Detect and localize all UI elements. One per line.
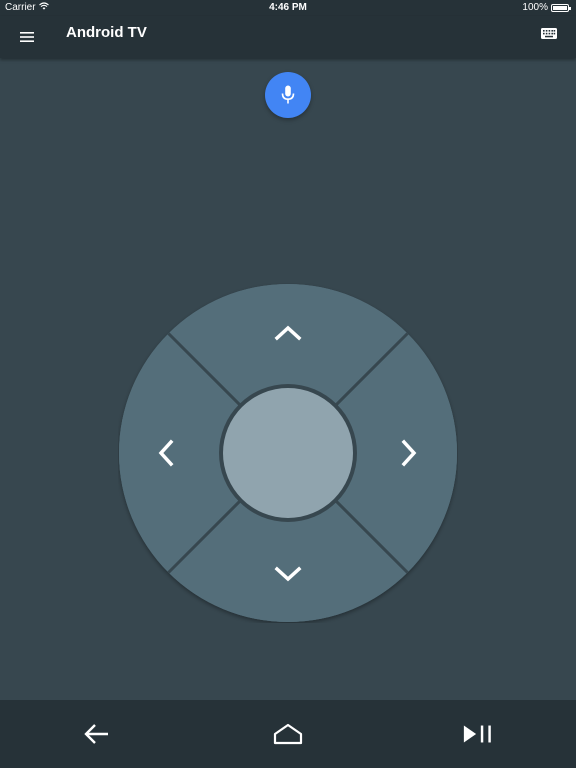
- menu-button[interactable]: [14, 24, 40, 50]
- home-icon: [273, 723, 303, 745]
- app-title: Android TV: [66, 24, 147, 41]
- play-pause-button[interactable]: [462, 718, 494, 750]
- battery-percent: 100%: [522, 2, 548, 13]
- keyboard-icon: [541, 27, 557, 39]
- home-button[interactable]: [272, 718, 304, 750]
- status-bar: Carrier 4:46 PM 100%: [0, 0, 576, 16]
- back-arrow-icon: [84, 724, 108, 744]
- voice-search-button[interactable]: [265, 72, 311, 118]
- dpad: [118, 283, 458, 623]
- play-pause-icon: [463, 725, 491, 743]
- app-bar: Android TV: [0, 16, 576, 58]
- keyboard-button[interactable]: [536, 24, 562, 42]
- menu-icon: [20, 32, 34, 42]
- battery-indicator: 100%: [522, 2, 571, 13]
- back-button[interactable]: [80, 718, 112, 750]
- bottom-nav-bar: [0, 700, 576, 768]
- microphone-icon: [281, 85, 295, 104]
- status-time: 4:46 PM: [269, 2, 307, 13]
- remote-screen: Carrier 4:46 PM 100% Android TV: [0, 0, 576, 768]
- dpad-select-button[interactable]: [223, 388, 353, 518]
- battery-icon: [551, 3, 571, 12]
